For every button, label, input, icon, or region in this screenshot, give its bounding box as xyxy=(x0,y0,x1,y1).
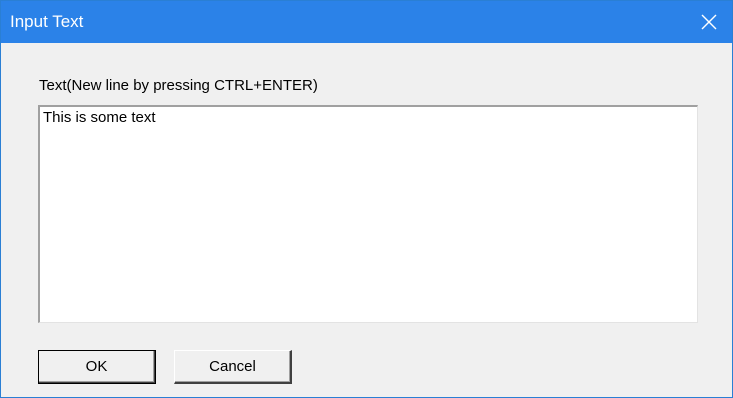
window-title: Input Text xyxy=(10,12,84,31)
title-bar[interactable]: Input Text xyxy=(1,1,732,43)
cancel-button[interactable]: Cancel xyxy=(174,350,292,384)
text-prompt-label: Text(New line by pressing CTRL+ENTER) xyxy=(39,77,318,94)
close-button[interactable] xyxy=(686,1,732,43)
input-text-dialog: Input Text Text(New line by pressing CTR… xyxy=(0,0,733,398)
ok-button[interactable]: OK xyxy=(38,350,156,384)
text-input-area[interactable]: This is some text xyxy=(38,105,698,323)
dialog-body: Text(New line by pressing CTRL+ENTER) Th… xyxy=(1,43,732,397)
close-icon xyxy=(701,14,717,30)
